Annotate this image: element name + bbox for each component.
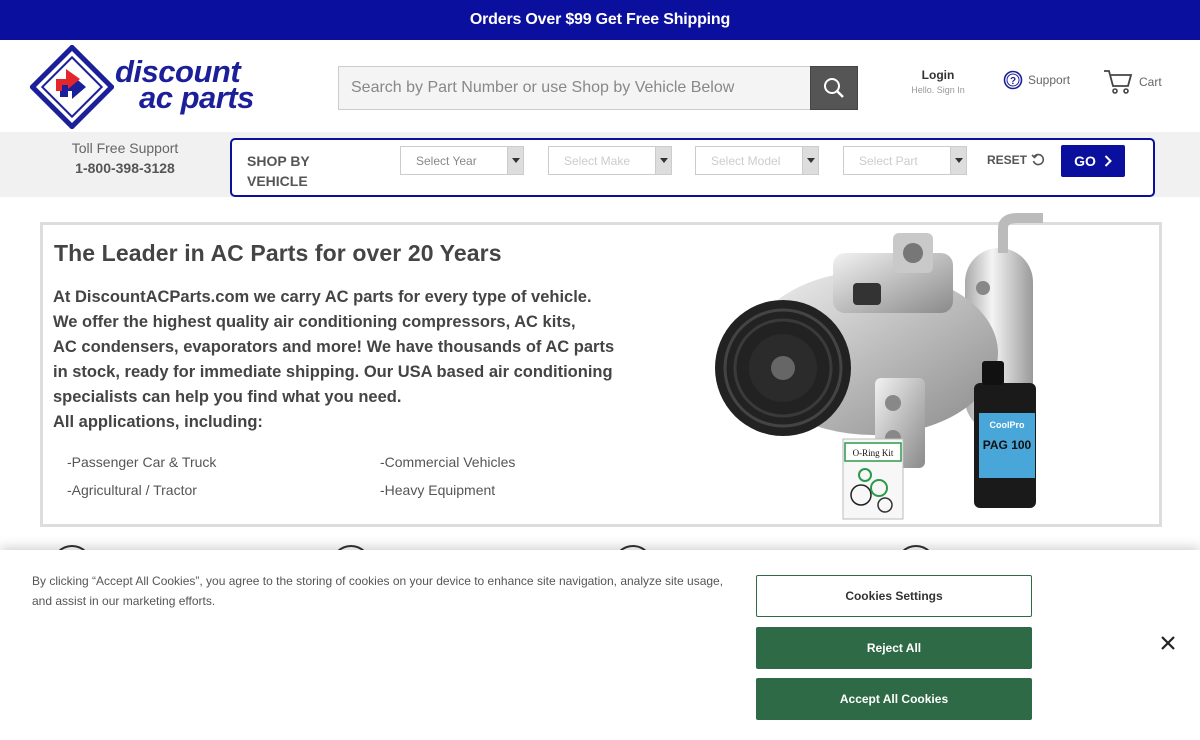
help-icon: ?	[1003, 70, 1023, 90]
hero-line: specialists can help you find what you n…	[53, 388, 402, 406]
application-item: -Heavy Equipment	[380, 482, 496, 498]
shop-by-vehicle-title: SHOP BY VEHICLE	[247, 153, 310, 189]
oil-type-label: PAG 100	[983, 438, 1032, 452]
select-year-label: Select Year	[416, 154, 477, 168]
vehicle-band: Toll Free Support 1-800-398-3128 SHOP BY…	[0, 132, 1200, 197]
search-button[interactable]	[810, 66, 858, 110]
reject-all-label: Reject All	[866, 641, 922, 655]
login-sublabel: Hello. Sign In	[911, 85, 965, 95]
promo-text: Orders Over $99 Get Free Shipping	[469, 11, 731, 28]
hero-line: At DiscountACParts.com we carry AC parts…	[53, 288, 592, 306]
toll-free-label: Toll Free Support	[71, 140, 179, 156]
cart-label: Cart	[1139, 75, 1162, 89]
reject-all-button[interactable]: Reject All	[756, 627, 1032, 669]
search-input[interactable]	[338, 66, 811, 110]
accept-all-cookies-button[interactable]: Accept All Cookies	[756, 678, 1032, 720]
reset-button[interactable]: RESET	[987, 153, 1045, 167]
select-model[interactable]: Select Model	[695, 146, 819, 175]
support-link[interactable]: ? Support	[1003, 70, 1070, 90]
toll-free-support: Toll Free Support 1-800-398-3128	[55, 140, 195, 176]
toll-free-phone[interactable]: 1-800-398-3128	[55, 160, 195, 176]
cookie-banner: By clicking “Accept All Cookies”, you ag…	[0, 550, 1200, 740]
hero-copy: At DiscountACParts.com we carry AC parts…	[53, 285, 653, 435]
site-header: discount ac parts Login Hello. Sign In ?…	[0, 40, 1200, 132]
application-item: -Passenger Car & Truck	[67, 454, 217, 470]
support-label: Support	[1028, 73, 1071, 87]
accept-all-label: Accept All Cookies	[839, 692, 949, 706]
application-item: -Commercial Vehicles	[380, 454, 516, 470]
login-label: Login	[921, 68, 955, 82]
chevron-right-icon	[1104, 155, 1112, 167]
chevron-down-icon	[655, 147, 671, 174]
hero-section: The Leader in AC Parts for over 20 Years…	[40, 213, 1162, 527]
close-icon[interactable]	[1158, 633, 1178, 653]
hero-line: in stock, ready for immediate shipping. …	[53, 363, 613, 381]
promo-banner: Orders Over $99 Get Free Shipping	[0, 0, 1200, 40]
login-link[interactable]: Login Hello. Sign In	[905, 68, 971, 95]
cookie-text: By clicking “Accept All Cookies”, you ag…	[32, 574, 724, 608]
search-bar	[338, 66, 858, 110]
cookies-settings-button[interactable]: Cookies Settings	[756, 575, 1032, 617]
oring-kit-label: O-Ring Kit	[853, 448, 894, 458]
logo-wordmark: discount ac parts	[115, 56, 254, 113]
search-icon	[824, 78, 844, 98]
go-button[interactable]: GO	[1061, 145, 1125, 177]
chevron-down-icon	[950, 147, 966, 174]
hero-line: All applications, including:	[53, 413, 263, 431]
select-part[interactable]: Select Part	[843, 146, 967, 175]
select-make-label: Select Make	[564, 154, 631, 168]
hero-title: The Leader in AC Parts for over 20 Years	[54, 240, 502, 266]
select-make[interactable]: Select Make	[548, 146, 672, 175]
logo-diamond-icon	[30, 45, 114, 129]
select-part-label: Select Part	[859, 154, 918, 168]
reset-icon	[1031, 153, 1045, 166]
shop-by-vehicle: SHOP BY VEHICLE Select Year Select Make …	[230, 138, 1155, 197]
cookies-settings-label: Cookies Settings	[845, 589, 943, 603]
svg-text:?: ?	[1010, 76, 1016, 87]
site-logo[interactable]: discount ac parts	[30, 45, 300, 129]
ac-parts-product-image: CoolPro PAG 100 O-Ring Kit	[715, 213, 1043, 520]
cart-link[interactable]: Cart	[1103, 68, 1162, 96]
chevron-down-icon	[802, 147, 818, 174]
hero-line: AC condensers, evaporators and more! We …	[53, 338, 615, 356]
select-year[interactable]: Select Year	[400, 146, 524, 175]
cart-icon	[1104, 70, 1133, 94]
select-model-label: Select Model	[711, 154, 781, 168]
hero-line: We offer the highest quality air conditi…	[53, 313, 576, 331]
chevron-down-icon	[507, 147, 523, 174]
oil-brand-label: CoolPro	[990, 420, 1026, 430]
go-label: GO	[1074, 153, 1096, 169]
application-item: -Agricultural / Tractor	[67, 482, 197, 498]
reset-label: RESET	[987, 153, 1028, 167]
